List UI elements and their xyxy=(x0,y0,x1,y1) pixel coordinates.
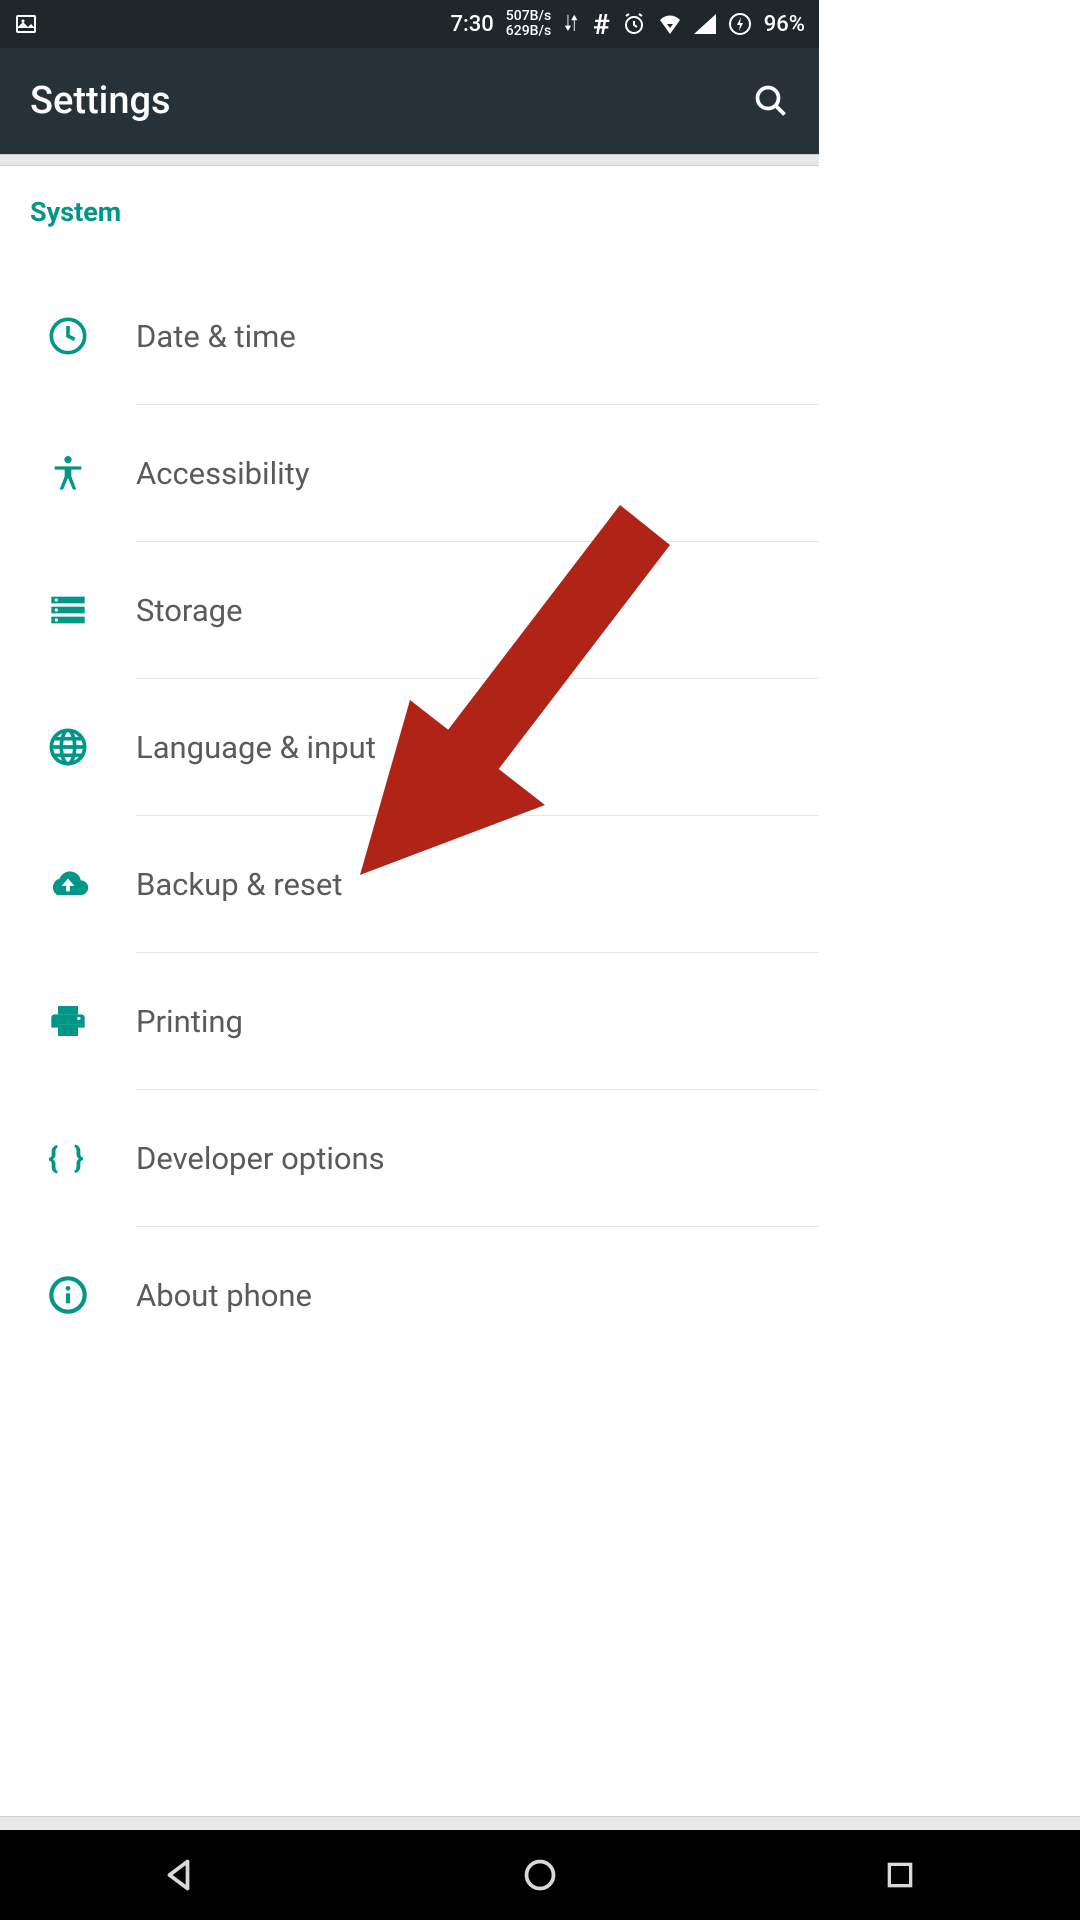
section-header-system: System xyxy=(0,166,819,238)
network-up: 507B/s xyxy=(506,9,551,24)
recents-button[interactable] xyxy=(860,1835,940,1915)
item-label: Developer options xyxy=(136,1140,385,1177)
data-arrows-icon xyxy=(563,13,581,35)
page-title: Settings xyxy=(30,79,171,123)
status-left xyxy=(14,12,38,36)
item-label: Accessibility xyxy=(136,455,309,492)
network-rate: 507B/s 629B/s xyxy=(506,9,551,38)
cloud-upload-icon xyxy=(0,862,136,906)
storage-icon xyxy=(0,590,136,630)
settings-list: System Date & time Accessibility xyxy=(0,166,819,1363)
wifi-icon xyxy=(658,14,682,34)
power-icon xyxy=(728,12,752,36)
item-label: Date & time xyxy=(136,318,296,355)
globe-icon xyxy=(0,727,136,767)
bottom-divider xyxy=(0,1816,1080,1830)
item-date-time[interactable]: Date & time xyxy=(0,268,819,404)
alarm-icon xyxy=(622,12,646,36)
item-label: About phone xyxy=(136,1277,312,1314)
item-printing[interactable]: Printing xyxy=(0,953,819,1089)
divider xyxy=(0,154,819,166)
status-bar: 7:30 507B/s 629B/s # xyxy=(0,0,819,48)
item-backup-reset[interactable]: Backup & reset xyxy=(0,816,819,952)
status-time: 7:30 xyxy=(450,12,493,37)
item-label: Language & input xyxy=(136,729,376,766)
search-button[interactable] xyxy=(753,83,789,119)
item-accessibility[interactable]: Accessibility xyxy=(0,405,819,541)
item-label: Printing xyxy=(136,1003,243,1040)
item-language-input[interactable]: Language & input xyxy=(0,679,819,815)
braces-icon: { } xyxy=(0,1141,136,1176)
image-icon xyxy=(14,12,38,36)
navigation-bar xyxy=(0,1830,1080,1920)
item-about-phone[interactable]: About phone xyxy=(0,1227,819,1363)
clock-icon xyxy=(0,316,136,356)
home-button[interactable] xyxy=(500,1835,580,1915)
battery-percent: 96% xyxy=(764,12,805,37)
item-label: Backup & reset xyxy=(136,866,343,903)
item-developer-options[interactable]: { } Developer options xyxy=(0,1090,819,1226)
signal-icon xyxy=(694,14,716,34)
back-button[interactable] xyxy=(140,1835,220,1915)
status-right: 7:30 507B/s 629B/s # xyxy=(450,8,805,41)
accessibility-icon xyxy=(0,453,136,493)
network-down: 629B/s xyxy=(506,24,551,39)
app-bar: Settings xyxy=(0,48,819,154)
printer-icon xyxy=(0,1001,136,1041)
item-label: Storage xyxy=(136,592,243,629)
item-storage[interactable]: Storage xyxy=(0,542,819,678)
hash-icon: # xyxy=(593,8,610,41)
info-icon xyxy=(0,1275,136,1315)
